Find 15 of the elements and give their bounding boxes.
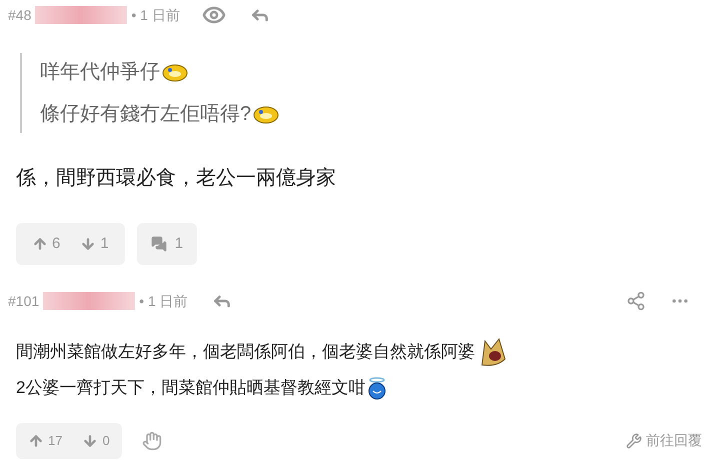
upvote-count: 6 — [52, 234, 60, 254]
post-number: #48 — [8, 6, 32, 24]
replies-button[interactable]: 1 — [136, 223, 198, 265]
post-time: • 1 日前 — [139, 292, 188, 310]
post-text: 間潮州菜館做左好多年，個老闆係阿伯，個老婆自然就係阿婆 — [16, 341, 475, 364]
quote-text: 條仔好有錢冇左佢唔得? — [40, 102, 252, 127]
quote-text: 咩年代仲爭仔 — [40, 60, 160, 85]
post-number: #101 — [8, 292, 40, 310]
upvote-count: 17 — [48, 432, 62, 450]
post-text: 係，間野西環必食，老公一兩億身家 — [16, 166, 336, 191]
goto-reply-link[interactable]: 前往回覆 — [626, 430, 702, 451]
post-text: 2公婆一齊打天下，間菜館仲貼晒基督教經文咁 — [16, 377, 366, 399]
post-time: • 1 日前 — [131, 6, 180, 24]
downvote-count: 0 — [102, 432, 110, 450]
downvote-count: 1 — [100, 234, 109, 254]
